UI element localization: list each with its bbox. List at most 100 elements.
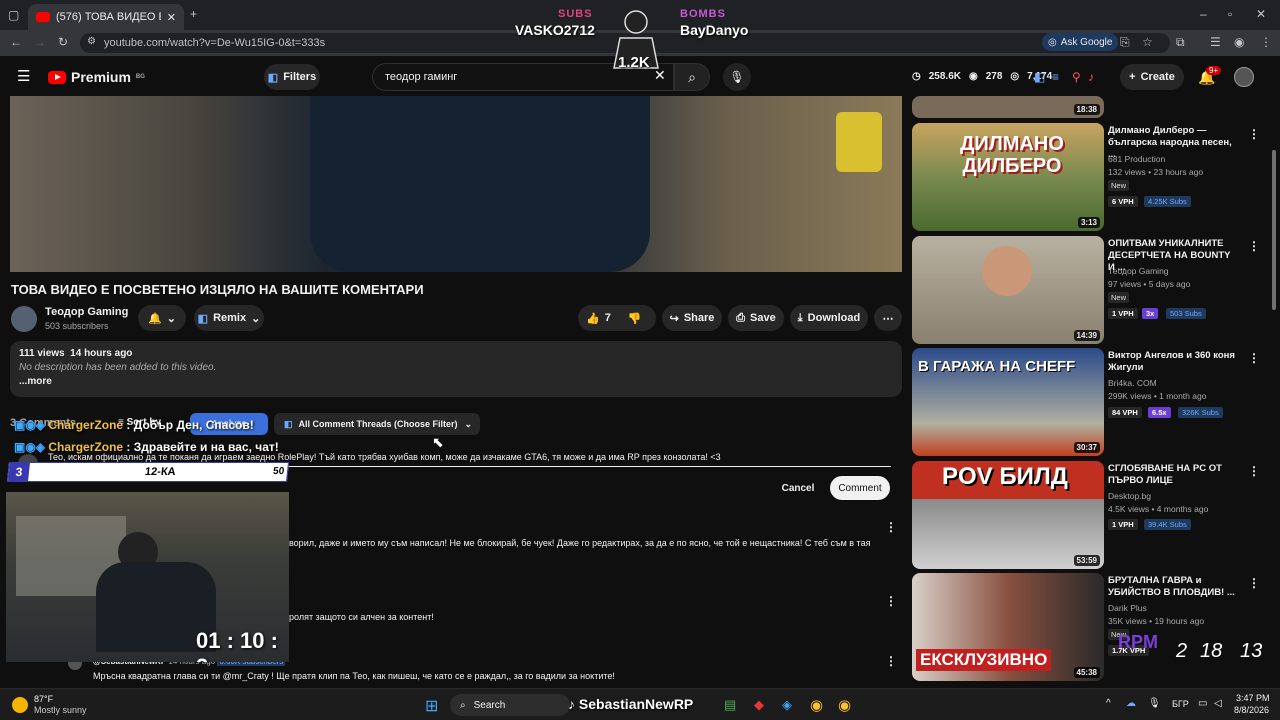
- sidebar-meta-5: 35K views • 19 hours ago: [1108, 616, 1205, 626]
- install-icon[interactable]: ⎘: [1120, 35, 1130, 50]
- tray-network-icon[interactable]: ▭: [1198, 698, 1207, 709]
- tray-cloud-icon[interactable]: ☁: [1126, 698, 1136, 709]
- download-button[interactable]: ⤓ Download: [790, 305, 868, 331]
- sidebar-thumb-5[interactable]: ЕКСКЛУЗИВНО 45:38: [912, 573, 1104, 681]
- tray-chevron-icon[interactable]: ^: [1106, 698, 1111, 709]
- taskbar-search[interactable]: ⌕ Search: [450, 694, 570, 716]
- sidebar-title-5[interactable]: БРУТАЛНА ГАВРА и УБИЙСТВО В ПЛОВДИВ! ...: [1108, 575, 1238, 599]
- app-icon-1[interactable]: ▤: [724, 697, 736, 713]
- sidebar-channel-2[interactable]: Теодор Gaming: [1108, 266, 1169, 276]
- close-window-icon[interactable]: ✕: [1256, 7, 1266, 21]
- weather-sun-icon[interactable]: [12, 697, 28, 713]
- channel-avatar[interactable]: [11, 306, 37, 332]
- hamburger-menu-icon[interactable]: ☰: [17, 67, 30, 85]
- more-horizontal-icon: ⋯: [882, 312, 894, 325]
- like-count: 7: [604, 312, 611, 324]
- create-button[interactable]: + Create: [1120, 64, 1184, 90]
- share-button[interactable]: ↪ Share: [662, 305, 722, 331]
- sidebar-title-4[interactable]: СГЛОБЯВАНЕ НА PC ОТ ПЪРВО ЛИЦЕ: [1108, 463, 1238, 487]
- save-button[interactable]: ⎙ Save: [728, 305, 784, 331]
- account-avatar[interactable]: [1234, 67, 1254, 87]
- sidebar-thumb-0[interactable]: 18:38: [912, 96, 1104, 118]
- overlay-subs-label: SUBS: [558, 8, 593, 20]
- more-actions-button[interactable]: ⋯: [874, 305, 902, 331]
- comment2-menu-icon[interactable]: ⋮: [885, 594, 897, 608]
- sidebar-menu-4-icon[interactable]: ⋮: [1248, 464, 1260, 478]
- comment3-menu-icon[interactable]: ⋮: [885, 654, 897, 668]
- video-player[interactable]: [10, 96, 902, 272]
- back-icon[interactable]: ←: [10, 35, 22, 49]
- browser-tab[interactable]: (576) ТОВА ВИДЕО Е ПОСВЕТЕ ✕: [28, 4, 184, 30]
- new-tab-icon[interactable]: +: [190, 7, 197, 21]
- minimize-icon[interactable]: –: [1200, 7, 1207, 21]
- app-icon-2[interactable]: ◆: [754, 697, 764, 713]
- tray-volume-icon[interactable]: ◁: [1214, 698, 1222, 709]
- channel-name[interactable]: Теодор Gaming: [45, 306, 128, 318]
- filters-button[interactable]: ◧ Filters: [264, 64, 320, 90]
- cancel-button[interactable]: Cancel: [776, 478, 820, 498]
- sidebar-channel-4[interactable]: Desktop.bg: [1108, 491, 1151, 501]
- stat-clock-icon: ◷: [912, 71, 921, 82]
- remix-icon: ◧: [197, 312, 209, 325]
- youtube-logo[interactable]: Premium BG: [48, 69, 145, 85]
- streamer-watermark: ♪ SebastianNewRP: [568, 696, 693, 712]
- tray-time[interactable]: 3:47 PM: [1236, 693, 1270, 703]
- profile-icon[interactable]: ◉: [1234, 35, 1244, 49]
- ask-google-button[interactable]: ◎ Ask Google: [1042, 33, 1119, 51]
- tab-search-icon[interactable]: ▢: [8, 8, 19, 22]
- sidebar-menu-5-icon[interactable]: ⋮: [1248, 576, 1260, 590]
- sidebar-duration-0: 18:38: [1073, 104, 1100, 115]
- comment-filter-dropdown[interactable]: ◧ All Comment Threads (Choose Filter) ⌄: [274, 413, 480, 435]
- search-button[interactable]: ⌕: [674, 63, 710, 91]
- weather-temp[interactable]: 87°F: [34, 694, 53, 704]
- chrome-icon-2[interactable]: ◉: [838, 696, 851, 714]
- sidebar-menu-2-icon[interactable]: ⋮: [1248, 239, 1260, 253]
- close-tab-icon[interactable]: ✕: [167, 11, 176, 24]
- chrome-icon-1[interactable]: ◉: [810, 696, 823, 714]
- voice-search-button[interactable]: 🎙: [723, 63, 751, 91]
- bookmark-star-icon[interactable]: ☆: [1142, 35, 1153, 49]
- weather-condition[interactable]: Mostly sunny: [34, 705, 87, 715]
- forward-icon[interactable]: →: [34, 35, 46, 49]
- filter-chevron-icon: ⌄: [464, 418, 472, 429]
- sidebar-thumb-4[interactable]: POV БИЛД 53:59: [912, 461, 1104, 569]
- tray-mic-icon[interactable]: 🎙: [1148, 698, 1161, 709]
- extensions-icon[interactable]: ⧉: [1176, 35, 1185, 50]
- chat-user-2: ChargerZone: [48, 440, 124, 454]
- list-icon[interactable]: ≡: [1052, 70, 1059, 84]
- show-more-link[interactable]: ...more: [19, 376, 893, 387]
- sidebar-channel-5[interactable]: Darik Plus: [1108, 603, 1147, 613]
- sidebar-thumb-2[interactable]: 14:39: [912, 236, 1104, 344]
- chat-text-1: : Добър Ден, Спасов!: [126, 418, 254, 432]
- extension-icon[interactable]: ◧: [1034, 70, 1045, 84]
- comment1-menu-icon[interactable]: ⋮: [885, 520, 897, 534]
- remix-button[interactable]: ◧ Remix ⌄: [194, 305, 264, 331]
- browser-menu-icon[interactable]: ⋮: [1260, 35, 1272, 49]
- sidebar-menu-1-icon[interactable]: ⋮: [1248, 127, 1260, 141]
- reading-list-icon[interactable]: ☰: [1210, 35, 1221, 49]
- sidebar-channel-3[interactable]: Bri4ka. COM: [1108, 378, 1157, 388]
- sidebar-menu-3-icon[interactable]: ⋮: [1248, 351, 1260, 365]
- tool-icon[interactable]: ⚲: [1072, 70, 1081, 84]
- tray-language[interactable]: БГР: [1172, 699, 1189, 709]
- windows-start-icon[interactable]: ⊞: [425, 696, 438, 716]
- sidebar-thumb-3[interactable]: В ГАРАЖА НА CHEFF 30:37: [912, 348, 1104, 456]
- maximize-icon[interactable]: ▫: [1228, 7, 1232, 21]
- like-icon[interactable]: 👍: [586, 312, 600, 325]
- subscription-bell-button[interactable]: 🔔 ⌄: [138, 305, 186, 331]
- dislike-icon[interactable]: 👎: [628, 312, 642, 325]
- sidebar-title-3[interactable]: Виктор Ангелов и 360 коня Жигули: [1108, 350, 1238, 374]
- sidebar-thumb-1[interactable]: ДИЛМАНО ДИЛБЕРО 3:13: [912, 123, 1104, 231]
- comment-submit-button[interactable]: Comment: [830, 476, 890, 500]
- bell-small-icon[interactable]: ♪: [1088, 70, 1094, 84]
- bell-icon: 🔔: [148, 312, 162, 325]
- app-icon-3[interactable]: ◈: [782, 697, 792, 713]
- rank-name: 12-КА: [144, 466, 177, 478]
- tray-date[interactable]: 8/8/2026: [1234, 705, 1269, 715]
- reload-icon[interactable]: ↻: [58, 35, 68, 49]
- sidebar-scrollbar[interactable]: [1272, 150, 1276, 310]
- sidebar-channel-1[interactable]: 681 Production: [1108, 154, 1165, 164]
- site-info-icon[interactable]: ⚙: [87, 36, 96, 47]
- rpm-value-1: 2: [1176, 640, 1188, 662]
- description-box[interactable]: 111 views 14 hours ago No description ha…: [10, 341, 902, 397]
